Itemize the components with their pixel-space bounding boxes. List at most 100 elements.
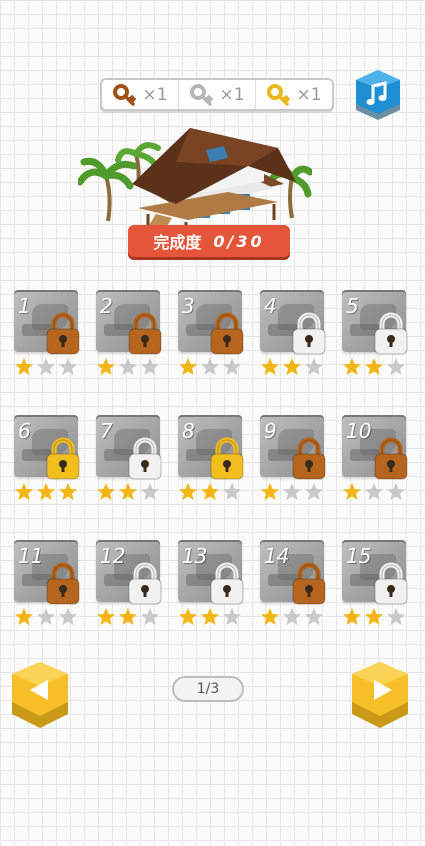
bronze-padlock-icon xyxy=(292,562,326,605)
level-star-rating xyxy=(342,482,406,502)
star-empty-icon xyxy=(37,608,55,625)
star-empty-icon xyxy=(305,358,323,375)
level-star-rating xyxy=(14,607,78,627)
star-filled-icon xyxy=(343,358,361,375)
level-number: 13 xyxy=(182,544,208,568)
star-empty-icon xyxy=(141,358,159,375)
bronze-padlock-icon xyxy=(128,312,162,355)
level-number: 3 xyxy=(182,294,195,318)
bronze-padlock-icon xyxy=(46,562,80,605)
silver-padlock-icon xyxy=(292,312,326,355)
level-number: 8 xyxy=(182,419,195,443)
star-empty-icon xyxy=(223,608,241,625)
key-counter-bar: ×1 ×1 ×1 xyxy=(100,78,334,111)
star-empty-icon xyxy=(223,358,241,375)
star-empty-icon xyxy=(201,358,219,375)
level-number: 9 xyxy=(264,419,277,443)
star-filled-icon xyxy=(97,483,115,500)
star-filled-icon xyxy=(97,608,115,625)
star-empty-icon xyxy=(305,608,323,625)
gold-key-count: ×1 xyxy=(296,84,322,105)
level-button[interactable]: 12 xyxy=(96,540,162,640)
bronze-key-count: ×1 xyxy=(142,84,168,105)
level-number: 2 xyxy=(100,294,113,318)
star-empty-icon xyxy=(387,358,405,375)
gold-key-icon xyxy=(267,83,291,106)
star-filled-icon xyxy=(15,358,33,375)
level-number: 14 xyxy=(264,544,290,568)
gold-padlock-icon xyxy=(210,437,244,480)
silver-padlock-icon xyxy=(128,437,162,480)
star-empty-icon xyxy=(365,483,383,500)
level-star-rating xyxy=(96,482,160,502)
star-filled-icon xyxy=(261,358,279,375)
page-indicator-text: 1/3 xyxy=(196,681,220,697)
prev-page-button[interactable] xyxy=(8,656,72,732)
star-empty-icon xyxy=(59,358,77,375)
star-empty-icon xyxy=(283,483,301,500)
level-button[interactable]: 13 xyxy=(178,540,244,640)
star-filled-icon xyxy=(343,608,361,625)
level-number: 7 xyxy=(100,419,113,443)
star-filled-icon xyxy=(365,608,383,625)
level-button[interactable]: 2 xyxy=(96,290,162,390)
star-filled-icon xyxy=(179,483,197,500)
level-button[interactable]: 5 xyxy=(342,290,408,390)
gold-key-slot: ×1 xyxy=(256,80,332,109)
star-empty-icon xyxy=(283,608,301,625)
star-empty-icon xyxy=(305,483,323,500)
level-button[interactable]: 14 xyxy=(260,540,326,640)
silver-key-count: ×1 xyxy=(219,84,245,105)
level-button[interactable]: 9 xyxy=(260,415,326,515)
level-button[interactable]: 11 xyxy=(14,540,80,640)
star-empty-icon xyxy=(141,483,159,500)
bronze-key-icon xyxy=(113,83,137,106)
silver-padlock-icon xyxy=(374,562,408,605)
star-filled-icon xyxy=(97,358,115,375)
level-star-rating xyxy=(14,482,78,502)
silver-padlock-icon xyxy=(210,562,244,605)
level-button[interactable]: 3 xyxy=(178,290,244,390)
arrow-left-icon xyxy=(12,662,68,728)
level-star-rating xyxy=(260,357,324,377)
music-toggle-button[interactable] xyxy=(352,66,404,122)
star-filled-icon xyxy=(261,483,279,500)
bronze-padlock-icon xyxy=(210,312,244,355)
star-empty-icon xyxy=(387,608,405,625)
level-button[interactable]: 15 xyxy=(342,540,408,640)
level-button[interactable]: 7 xyxy=(96,415,162,515)
completion-label: 完成度 xyxy=(153,233,202,252)
level-star-rating xyxy=(178,357,242,377)
silver-key-icon xyxy=(190,83,214,106)
silver-padlock-icon xyxy=(128,562,162,605)
bronze-padlock-icon xyxy=(374,437,408,480)
level-button[interactable]: 4 xyxy=(260,290,326,390)
next-page-button[interactable] xyxy=(348,656,412,732)
level-star-rating xyxy=(178,482,242,502)
bronze-padlock-icon xyxy=(292,437,326,480)
star-filled-icon xyxy=(15,483,33,500)
level-star-rating xyxy=(260,482,324,502)
silver-padlock-icon xyxy=(374,312,408,355)
music-note-icon xyxy=(356,70,400,120)
level-number: 10 xyxy=(346,419,372,443)
level-number: 11 xyxy=(18,544,44,568)
level-button[interactable]: 1 xyxy=(14,290,80,390)
bronze-key-slot: ×1 xyxy=(102,80,179,109)
level-button[interactable]: 6 xyxy=(14,415,80,515)
star-filled-icon xyxy=(283,358,301,375)
level-star-rating xyxy=(260,607,324,627)
level-button[interactable]: 8 xyxy=(178,415,244,515)
star-empty-icon xyxy=(141,608,159,625)
level-number: 6 xyxy=(18,419,31,443)
star-filled-icon xyxy=(119,608,137,625)
star-filled-icon xyxy=(261,608,279,625)
level-star-rating xyxy=(342,607,406,627)
level-button[interactable]: 10 xyxy=(342,415,408,515)
arrow-right-icon xyxy=(352,662,408,728)
level-star-rating xyxy=(14,357,78,377)
star-filled-icon xyxy=(37,483,55,500)
star-empty-icon xyxy=(387,483,405,500)
bronze-padlock-icon xyxy=(46,312,80,355)
silver-key-slot: ×1 xyxy=(179,80,256,109)
